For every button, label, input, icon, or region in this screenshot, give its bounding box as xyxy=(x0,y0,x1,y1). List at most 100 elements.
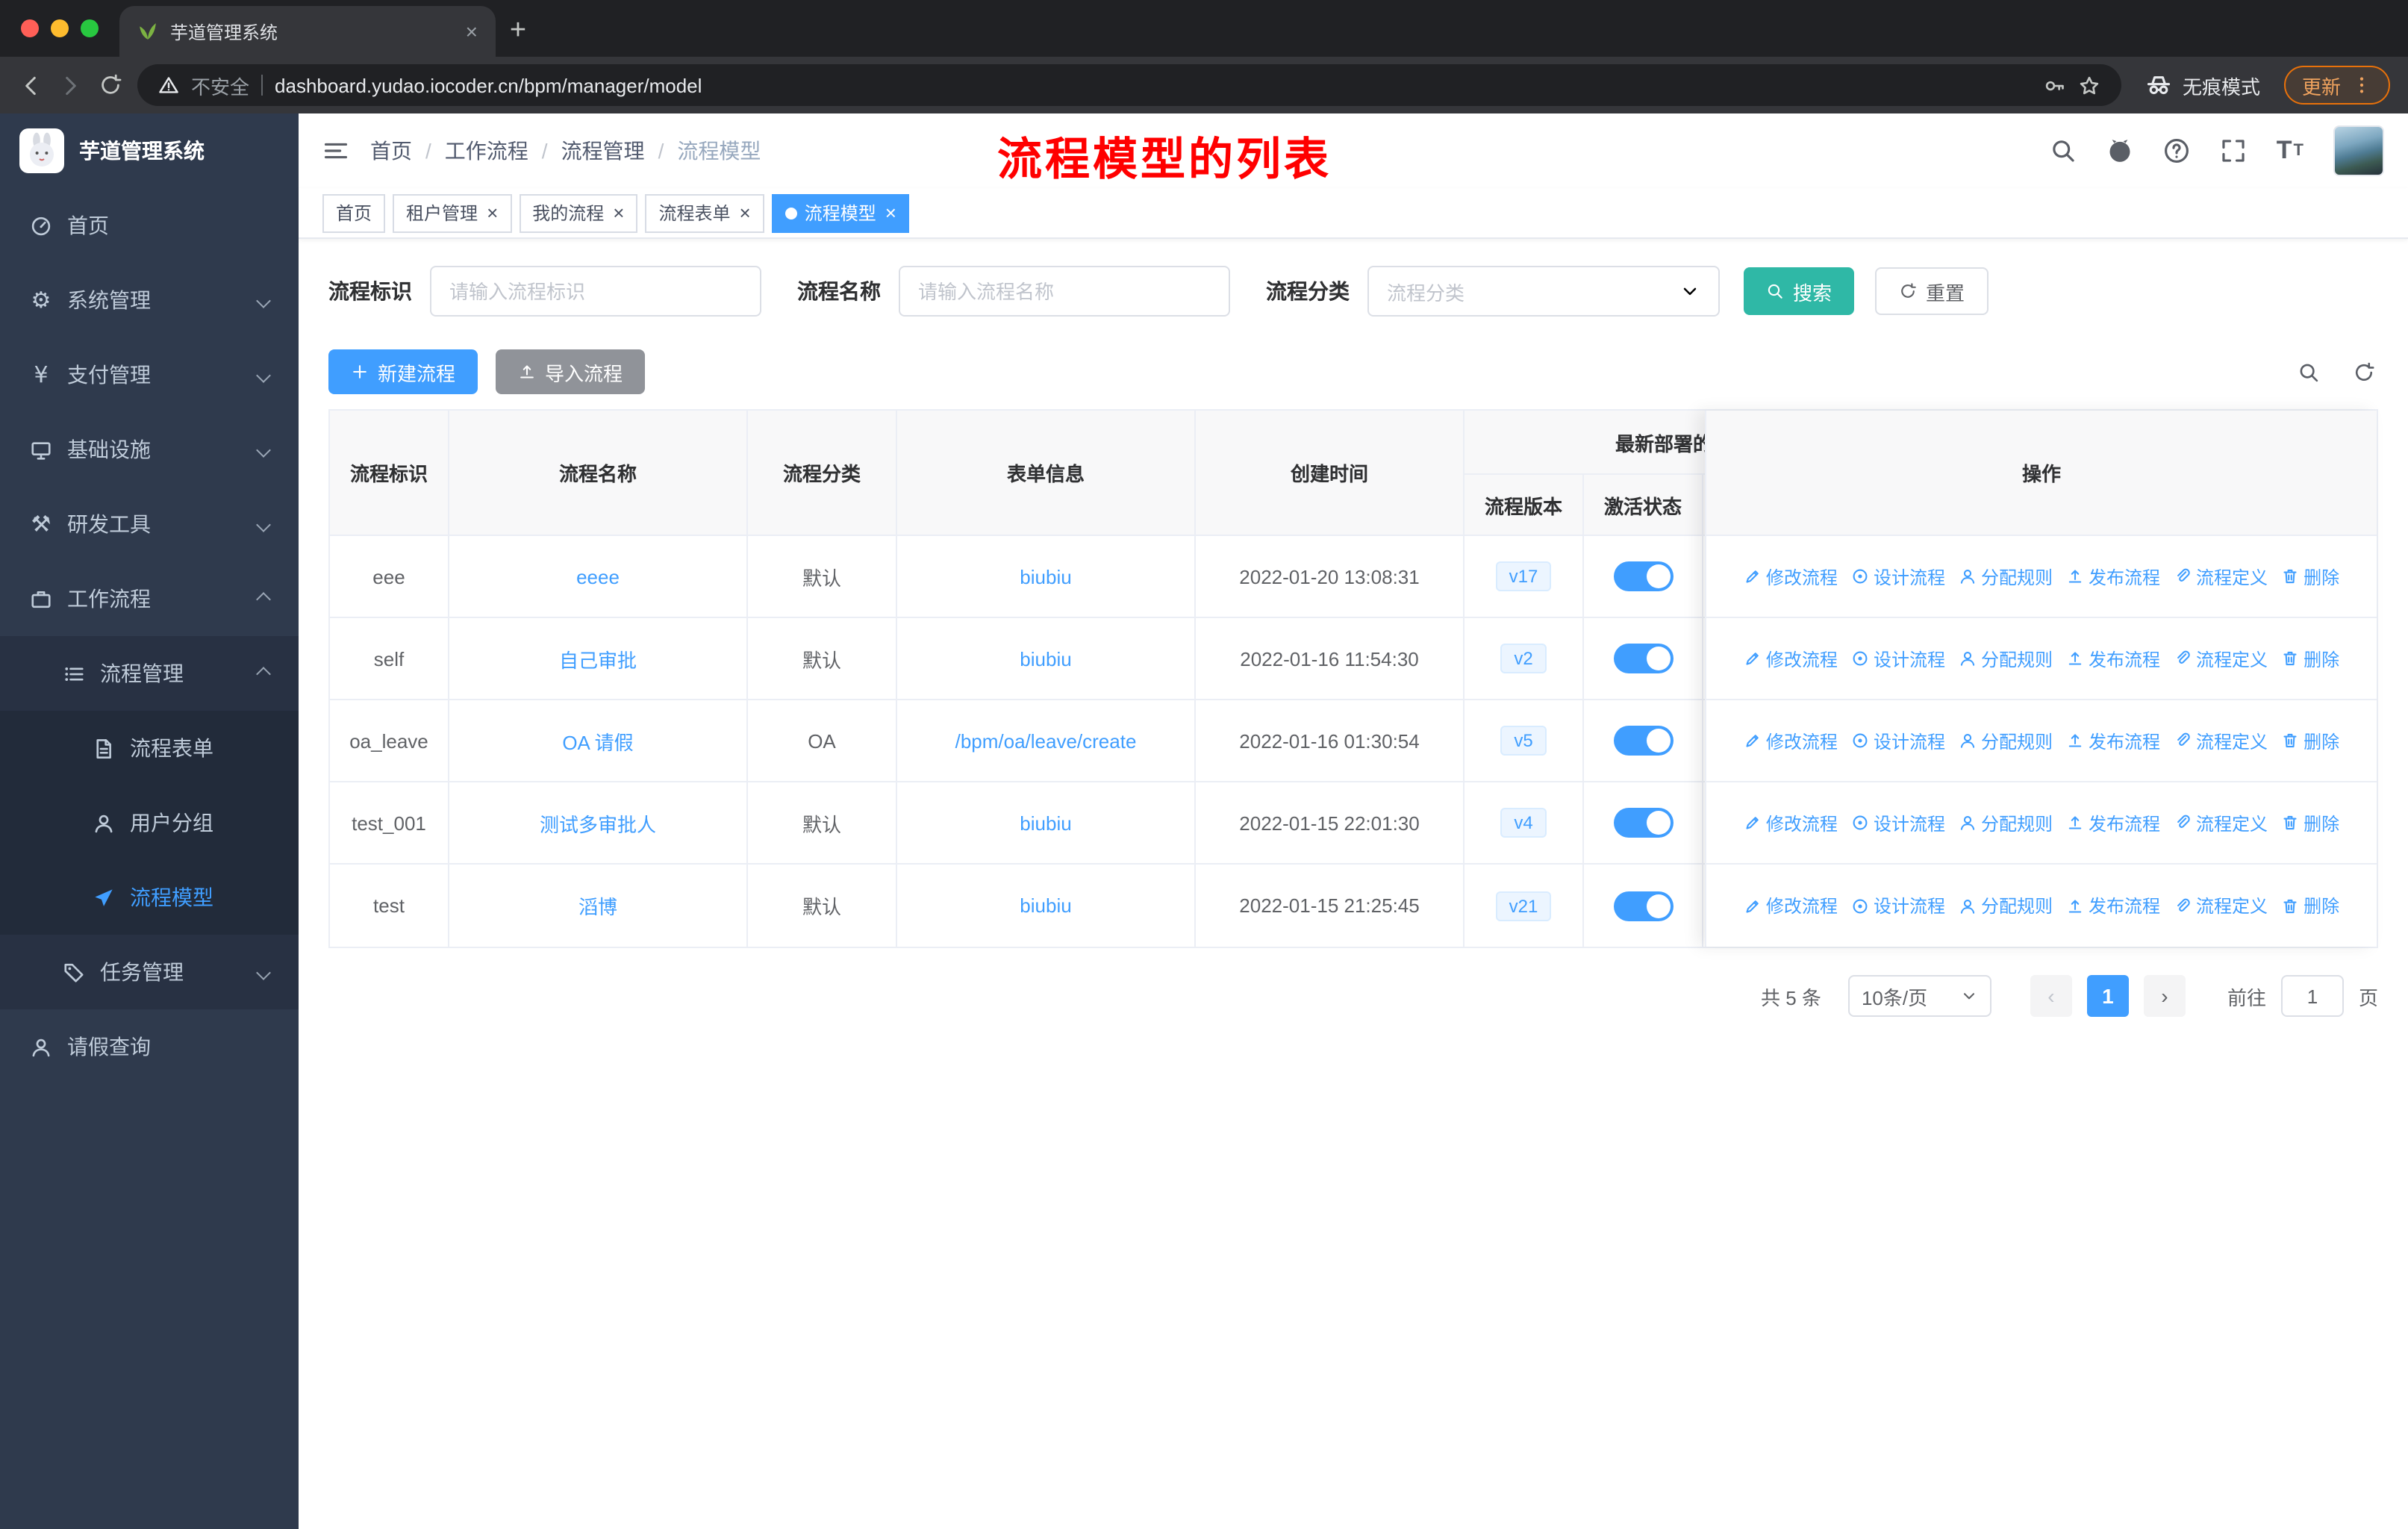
version-badge[interactable]: v21 xyxy=(1495,891,1552,921)
version-badge[interactable]: v17 xyxy=(1495,561,1552,591)
tag-close-icon[interactable]: × xyxy=(885,202,896,224)
action-assign-link[interactable]: 分配规则 xyxy=(1959,810,2053,835)
process-name-link[interactable]: 测试多审批人 xyxy=(540,809,656,837)
active-toggle[interactable] xyxy=(1613,644,1673,673)
password-key-button[interactable] xyxy=(2044,74,2066,96)
active-toggle[interactable] xyxy=(1613,891,1673,921)
action-deploy-link[interactable]: 发布流程 xyxy=(2066,893,2160,918)
action-definition-link[interactable]: 流程定义 xyxy=(2174,728,2268,753)
process-name-link[interactable]: 滔博 xyxy=(578,891,617,920)
tag-close-icon[interactable]: × xyxy=(613,202,624,224)
process-name-link[interactable]: OA 请假 xyxy=(562,726,633,755)
action-design-link[interactable]: 设计流程 xyxy=(1851,810,1945,835)
version-badge[interactable]: v2 xyxy=(1500,644,1547,673)
help-button[interactable] xyxy=(2163,137,2190,164)
form-info-link[interactable]: biubiu xyxy=(1020,565,1071,588)
tag-close-icon[interactable]: × xyxy=(487,202,498,224)
sidebar-item-system[interactable]: ⚙ 系统管理 xyxy=(0,263,299,337)
action-assign-link[interactable]: 分配规则 xyxy=(1959,893,2053,918)
category-select[interactable]: 流程分类 xyxy=(1367,266,1720,317)
action-design-link[interactable]: 设计流程 xyxy=(1851,728,1945,753)
goto-page-input[interactable] xyxy=(2280,975,2344,1017)
sidebar-item-process-form[interactable]: 流程表单 xyxy=(0,711,299,785)
process-id-input[interactable] xyxy=(430,266,761,317)
breadcrumb-item[interactable]: 首页 xyxy=(370,136,412,166)
action-delete-link[interactable]: 删除 xyxy=(2281,728,2339,753)
back-button[interactable] xyxy=(18,72,43,98)
sidebar-item-process-model[interactable]: 流程模型 xyxy=(0,860,299,935)
sidebar-item-task-mgmt[interactable]: 任务管理 xyxy=(0,935,299,1009)
create-process-button[interactable]: 新建流程 xyxy=(328,349,478,394)
action-design-link[interactable]: 设计流程 xyxy=(1851,564,1945,589)
active-toggle[interactable] xyxy=(1613,808,1673,838)
refresh-table-button[interactable] xyxy=(2353,361,2375,383)
update-button[interactable]: 更新 xyxy=(2283,66,2390,105)
action-design-link[interactable]: 设计流程 xyxy=(1851,893,1945,918)
browser-tab[interactable]: 芋道管理系统 × xyxy=(119,6,496,57)
action-delete-link[interactable]: 删除 xyxy=(2281,893,2339,918)
app-logo[interactable]: 芋道管理系统 xyxy=(0,113,299,188)
forward-button[interactable] xyxy=(58,72,84,98)
action-assign-link[interactable]: 分配规则 xyxy=(1959,646,2053,671)
action-design-link[interactable]: 设计流程 xyxy=(1851,646,1945,671)
form-info-link[interactable]: biubiu xyxy=(1020,894,1071,917)
page-size-select[interactable]: 10条/页 xyxy=(1847,975,1991,1017)
action-deploy-link[interactable]: 发布流程 xyxy=(2066,564,2160,589)
process-name-input[interactable] xyxy=(899,266,1230,317)
search-button[interactable]: 搜索 xyxy=(1744,267,1855,315)
breadcrumb-item[interactable]: 工作流程 xyxy=(445,136,528,166)
tag-home[interactable]: 首页 xyxy=(322,193,386,232)
action-edit-link[interactable]: 修改流程 xyxy=(1744,728,1838,753)
window-zoom-button[interactable] xyxy=(81,19,99,37)
font-size-button[interactable]: TT xyxy=(2277,136,2303,166)
process-name-link[interactable]: eeee xyxy=(576,565,620,588)
active-toggle[interactable] xyxy=(1613,561,1673,591)
sidebar-item-home[interactable]: 首页 xyxy=(0,188,299,263)
sidebar-item-devtools[interactable]: ⚒ 研发工具 xyxy=(0,487,299,561)
action-edit-link[interactable]: 修改流程 xyxy=(1744,893,1838,918)
user-avatar[interactable] xyxy=(2333,125,2384,176)
version-badge[interactable]: v4 xyxy=(1500,808,1547,838)
tag-process-model[interactable]: 流程模型 × xyxy=(771,193,910,232)
sidebar-item-leave-query[interactable]: 请假查询 xyxy=(0,1009,299,1084)
tag-my-process[interactable]: 我的流程 × xyxy=(519,193,638,232)
sidebar-item-workflow[interactable]: 工作流程 xyxy=(0,561,299,636)
action-delete-link[interactable]: 删除 xyxy=(2281,564,2339,589)
action-definition-link[interactable]: 流程定义 xyxy=(2174,893,2268,918)
action-definition-link[interactable]: 流程定义 xyxy=(2174,564,2268,589)
process-name-link[interactable]: 自己审批 xyxy=(559,644,637,673)
sidebar-item-infra[interactable]: 基础设施 xyxy=(0,412,299,487)
tab-close-icon[interactable]: × xyxy=(466,19,478,43)
action-edit-link[interactable]: 修改流程 xyxy=(1744,564,1838,589)
sidebar-item-process-mgmt[interactable]: 流程管理 xyxy=(0,636,299,711)
action-delete-link[interactable]: 删除 xyxy=(2281,646,2339,671)
github-button[interactable] xyxy=(2106,137,2133,164)
sidebar-item-payment[interactable]: ¥ 支付管理 xyxy=(0,337,299,412)
form-info-link[interactable]: biubiu xyxy=(1020,647,1071,670)
reload-button[interactable] xyxy=(99,73,122,97)
form-info-link[interactable]: /bpm/oa/leave/create xyxy=(955,729,1137,752)
action-deploy-link[interactable]: 发布流程 xyxy=(2066,810,2160,835)
version-badge[interactable]: v5 xyxy=(1500,726,1547,756)
action-edit-link[interactable]: 修改流程 xyxy=(1744,646,1838,671)
current-page-button[interactable]: 1 xyxy=(2086,975,2129,1017)
action-edit-link[interactable]: 修改流程 xyxy=(1744,810,1838,835)
action-deploy-link[interactable]: 发布流程 xyxy=(2066,728,2160,753)
header-search-button[interactable] xyxy=(2050,137,2077,164)
tag-process-form[interactable]: 流程表单 × xyxy=(645,193,764,232)
sidebar-item-user-group[interactable]: 用户分组 xyxy=(0,785,299,860)
form-info-link[interactable]: biubiu xyxy=(1020,812,1071,834)
active-toggle[interactable] xyxy=(1613,726,1673,756)
action-definition-link[interactable]: 流程定义 xyxy=(2174,646,2268,671)
action-delete-link[interactable]: 删除 xyxy=(2281,810,2339,835)
address-bar[interactable]: 不安全 dashboard.yudao.iocoder.cn/bpm/manag… xyxy=(137,64,2121,106)
action-assign-link[interactable]: 分配规则 xyxy=(1959,728,2053,753)
window-close-button[interactable] xyxy=(21,19,39,37)
sidebar-collapse-button[interactable] xyxy=(322,137,349,164)
toggle-search-button[interactable] xyxy=(2298,361,2320,383)
import-process-button[interactable]: 导入流程 xyxy=(496,349,646,394)
reset-button[interactable]: 重置 xyxy=(1875,267,1989,315)
bookmark-star-button[interactable] xyxy=(2078,74,2100,96)
next-page-button[interactable]: › xyxy=(2143,975,2186,1017)
action-assign-link[interactable]: 分配规则 xyxy=(1959,564,2053,589)
